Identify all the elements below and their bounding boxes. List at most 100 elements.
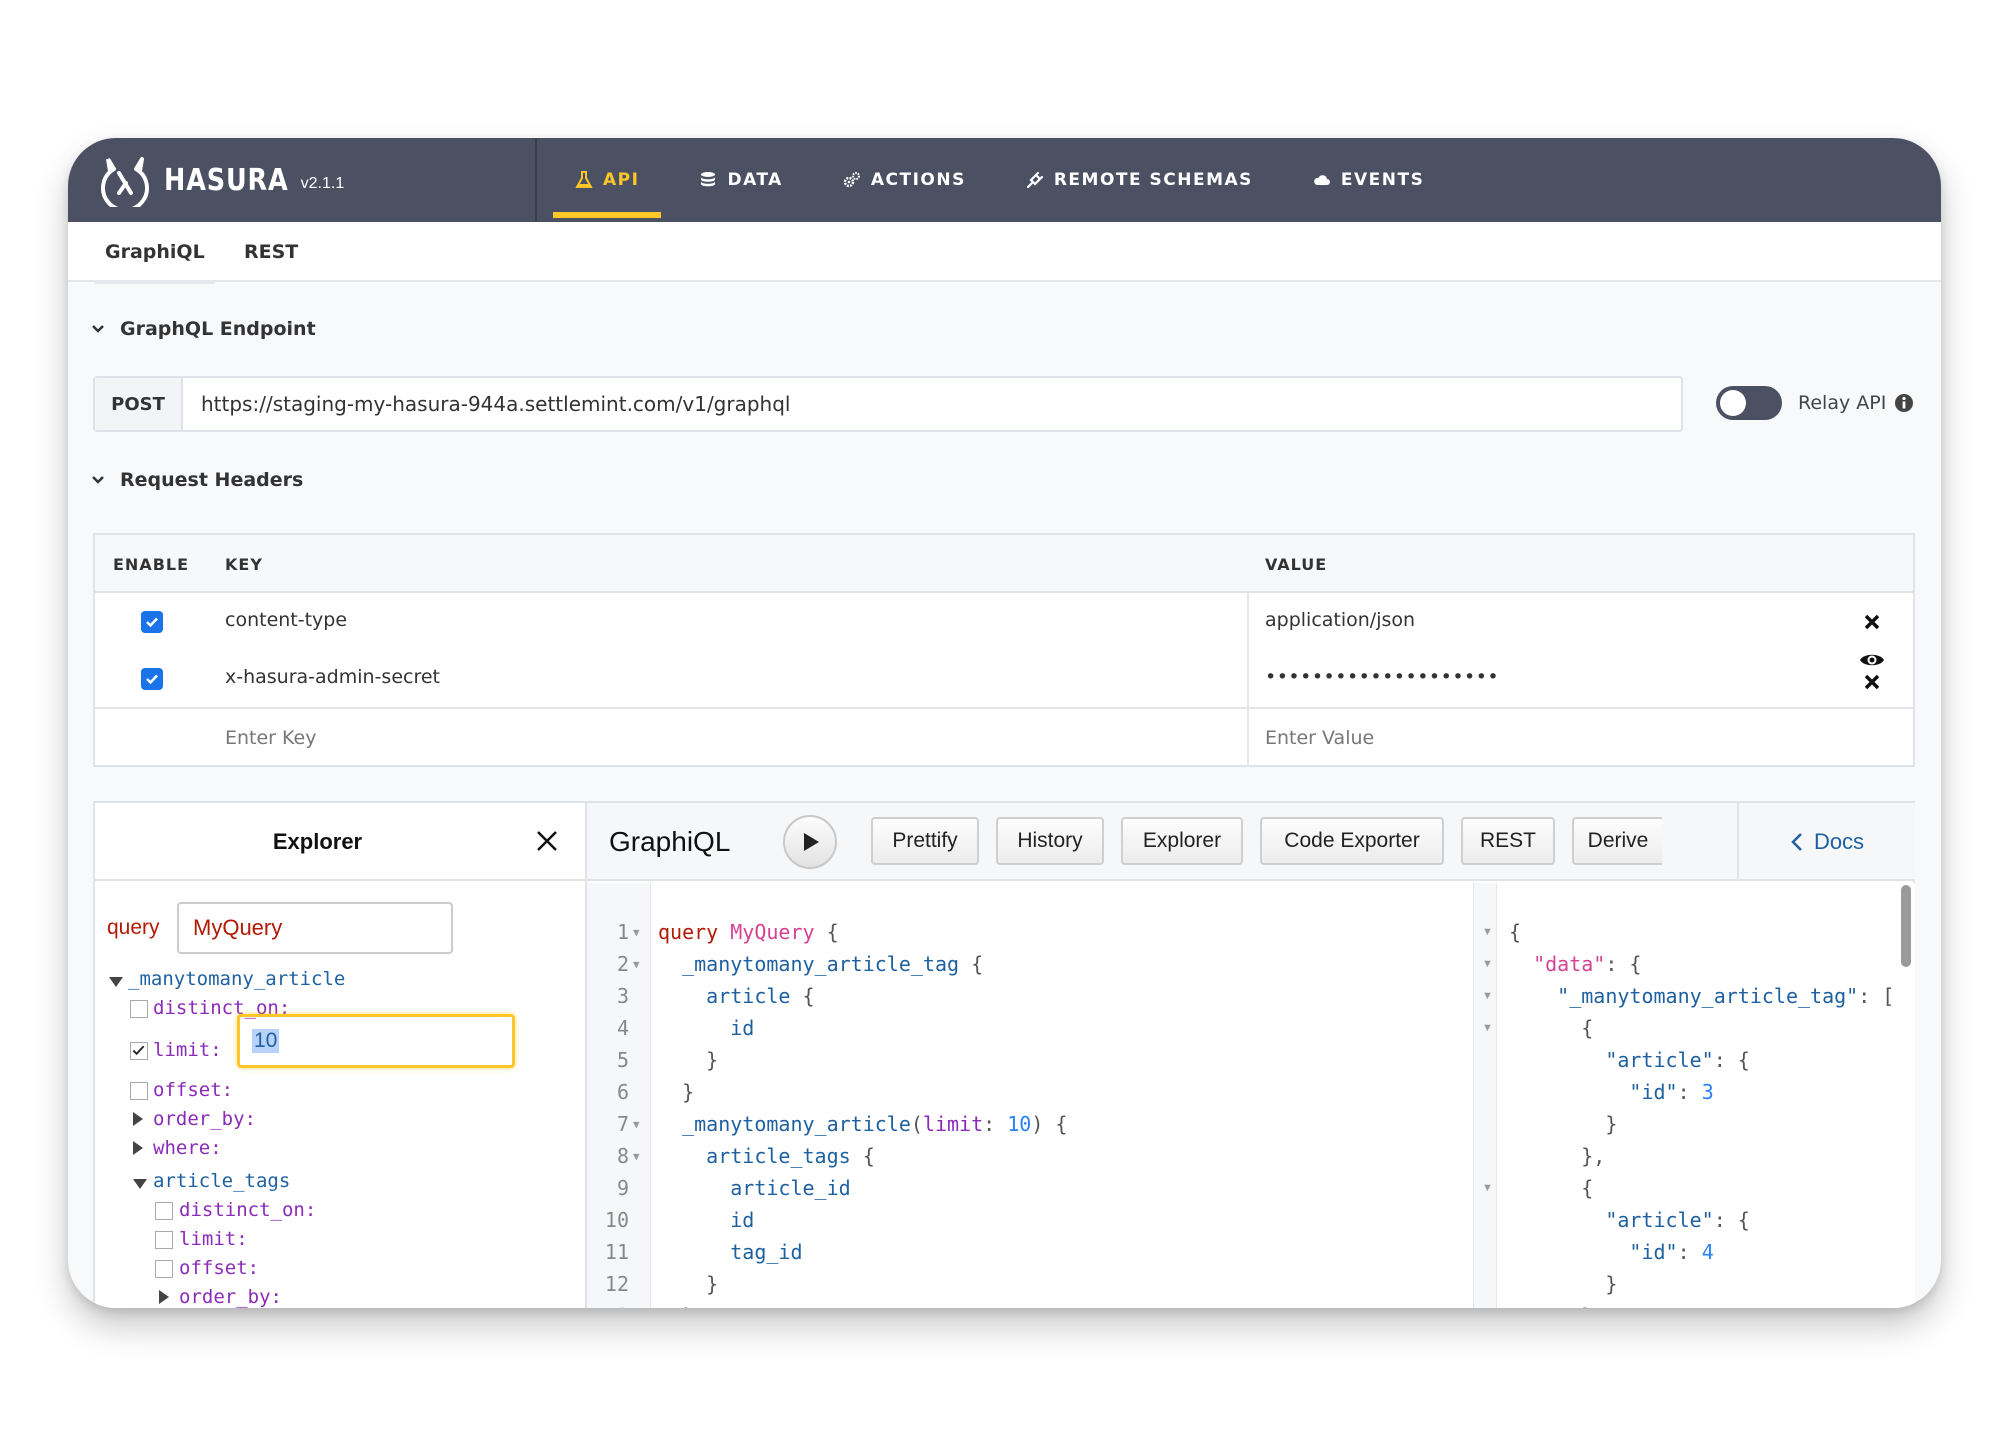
code-line: query MyQuery { <box>658 920 839 944</box>
fold-arrow-icon[interactable]: ▼ <box>633 926 640 939</box>
arg-checkbox[interactable] <box>155 1202 173 1220</box>
arg-checkbox[interactable] <box>130 1000 148 1018</box>
result-line: { <box>1509 920 1522 944</box>
code-line: id <box>730 1016 755 1040</box>
nested-arg-order-by[interactable]: order_by: <box>179 1286 282 1308</box>
line-number: 9 <box>616 1176 629 1200</box>
header-value[interactable]: application/json <box>1265 609 1415 631</box>
line-number: 8 <box>616 1144 629 1168</box>
fold-arrow-icon[interactable]: ▼ <box>633 1118 640 1131</box>
arg-checkbox[interactable] <box>130 1082 148 1100</box>
query-editor[interactable]: 1 ▼ 2 ▼ 3 4 5 6 7 ▼ 8 ▼ 9 10 11 12 13 query … <box>587 883 1475 1308</box>
nav-item-label: DATA <box>727 170 783 190</box>
code-exporter-button[interactable]: Code Exporter <box>1260 817 1444 865</box>
result-scrollbar[interactable] <box>1901 885 1911 967</box>
arg-where[interactable]: where: <box>153 1137 222 1159</box>
header-key[interactable]: content-type <box>225 609 347 631</box>
explorer-title: Explorer <box>272 829 363 854</box>
root-field[interactable]: _manytomany_article <box>128 968 345 990</box>
cloud-icon <box>1314 175 1330 185</box>
endpoint-url-input[interactable]: https://staging-my-hasura-944a.settlemin… <box>183 378 1681 430</box>
arg-order-by[interactable]: order_by: <box>153 1108 256 1130</box>
nav-item-actions[interactable]: ACTIONS <box>821 138 988 222</box>
expand-triangle-icon[interactable] <box>159 1290 169 1304</box>
key-input[interactable]: Enter Key <box>225 727 316 749</box>
nav-item-data[interactable]: DATA <box>677 138 804 222</box>
tab-rest[interactable]: REST <box>234 222 308 282</box>
nested-arg-offset[interactable]: offset: <box>179 1257 259 1279</box>
run-query-button[interactable] <box>783 815 837 869</box>
table-row: content-type application/json <box>95 593 1913 651</box>
arg-checkbox[interactable] <box>155 1260 173 1278</box>
result-line: "article": { <box>1605 1048 1750 1072</box>
line-number: 3 <box>616 984 629 1008</box>
docs-button[interactable]: Docs <box>1737 803 1915 881</box>
fold-arrow-icon[interactable]: ▼ <box>633 1150 640 1163</box>
arg-limit[interactable]: limit: <box>153 1039 222 1061</box>
line-number: 4 <box>616 1016 629 1040</box>
line-number: 11 <box>604 1240 629 1264</box>
nested-arg-distinct-on[interactable]: distinct_on: <box>179 1199 316 1221</box>
collapse-triangle-icon[interactable] <box>133 1179 147 1189</box>
eye-icon[interactable] <box>1859 651 1885 669</box>
fold-arrow-icon[interactable]: ▼ <box>1482 1182 1493 1194</box>
result-line: } <box>1509 1304 1593 1308</box>
tab-graphiql[interactable]: GraphiQL <box>95 222 215 284</box>
enable-checkbox[interactable] <box>141 668 163 690</box>
endpoint-section-toggle[interactable]: GraphQL Endpoint <box>90 318 316 340</box>
headers-section-toggle[interactable]: Request Headers <box>90 469 303 491</box>
chevron-left-icon <box>1791 833 1802 851</box>
enable-checkbox[interactable] <box>141 611 163 633</box>
value-input[interactable]: Enter Value <box>1265 727 1374 749</box>
close-icon[interactable] <box>535 829 559 853</box>
fold-arrow-icon[interactable]: ▼ <box>1482 990 1493 1002</box>
line-number: 6 <box>616 1080 629 1104</box>
column-key: KEY <box>225 554 263 574</box>
arg-checkbox-checked[interactable] <box>130 1042 148 1060</box>
result-fold-gutter: ▼ ▼ ▼ ▼ ▼ <box>1473 883 1497 1308</box>
line-number: 12 <box>604 1272 629 1296</box>
fold-arrow-icon[interactable]: ▼ <box>1482 926 1493 938</box>
fold-arrow-icon[interactable]: ▼ <box>1482 1022 1493 1034</box>
remove-header-icon[interactable] <box>1863 613 1881 631</box>
result-line: "article": { <box>1605 1208 1750 1232</box>
new-header-row: Enter Key Enter Value <box>95 709 1913 767</box>
remove-header-icon[interactable] <box>1863 673 1881 691</box>
arg-checkbox[interactable] <box>155 1231 173 1249</box>
nav-item-api[interactable]: API <box>553 138 662 222</box>
expand-triangle-icon[interactable] <box>133 1112 143 1126</box>
history-button[interactable]: History <box>996 817 1104 865</box>
nested-arg-limit[interactable]: limit: <box>179 1228 248 1250</box>
endpoint-bar: POST https://staging-my-hasura-944a.sett… <box>93 376 1683 432</box>
query-name-input[interactable]: MyQuery <box>177 902 453 954</box>
code-line: } <box>658 1080 695 1104</box>
graphiql-panel: Explorer query MyQuery _manytomany_artic… <box>93 801 1915 1308</box>
header-key[interactable]: x-hasura-admin-secret <box>225 666 440 688</box>
nested-field[interactable]: article_tags <box>153 1170 290 1192</box>
collapse-triangle-icon[interactable] <box>109 977 123 987</box>
database-icon <box>701 172 716 187</box>
nav-item-remote-schemas[interactable]: REMOTE SCHEMAS <box>1004 138 1275 222</box>
relay-api-toggle[interactable] <box>1716 386 1782 420</box>
prettify-button[interactable]: Prettify <box>871 817 979 865</box>
explorer-button[interactable]: Explorer <box>1121 817 1243 865</box>
fold-arrow-icon[interactable]: ▼ <box>1482 958 1493 970</box>
nav-item-events[interactable]: EVENTS <box>1291 138 1446 222</box>
arg-offset[interactable]: offset: <box>153 1079 233 1101</box>
relay-api-control: Relay API <box>1716 386 1914 420</box>
info-icon[interactable] <box>1894 393 1914 413</box>
brand[interactable]: HASURA v2.1.1 <box>98 138 344 222</box>
expand-triangle-icon[interactable] <box>133 1141 143 1155</box>
brand-name: HASURA <box>164 162 289 198</box>
result-viewer: { "data": { "_manytomany_article_tag": [… <box>1497 883 1915 1308</box>
line-number: 5 <box>616 1048 629 1072</box>
limit-value-input[interactable]: 10 <box>237 1014 515 1068</box>
main-nav: API DATA ACTIONS REMOTE SCHEMAS EVENTS <box>553 138 1462 222</box>
fold-arrow-icon[interactable]: ▼ <box>633 958 640 971</box>
column-enable: ENABLE <box>113 554 190 574</box>
header-value[interactable]: •••••••••••••••••••• <box>1265 666 1499 688</box>
explorer-header: Explorer <box>95 803 585 881</box>
derive-button[interactable]: Derive <box>1572 817 1662 865</box>
code-line: article_tags { <box>706 1144 875 1168</box>
rest-button[interactable]: REST <box>1461 817 1555 865</box>
